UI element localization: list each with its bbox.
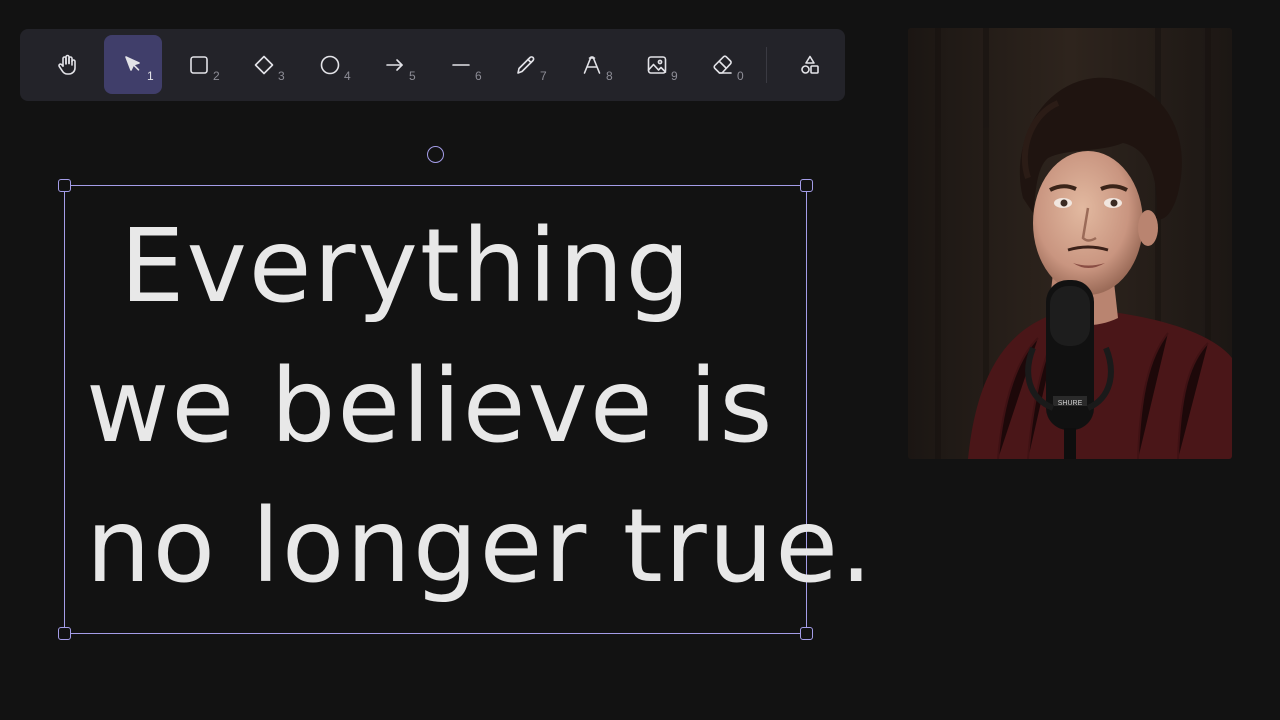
- text-shortcut-key: 8: [606, 69, 613, 83]
- eraser-icon: [713, 55, 732, 74]
- presenter-video: SHURE: [908, 28, 1232, 459]
- rectangle-icon: [190, 56, 208, 74]
- image-icon: [647, 56, 667, 74]
- eraser-shortcut-key: 0: [737, 69, 744, 83]
- toolbar-divider: [766, 47, 767, 83]
- webcam-overlay: SHURE: [908, 28, 1232, 459]
- rotate-handle[interactable]: [427, 146, 444, 163]
- rectangle-tool-button[interactable]: 2: [170, 35, 228, 94]
- arrow-tool-button[interactable]: 5: [366, 35, 424, 94]
- selection-tool-button[interactable]: 1: [104, 35, 162, 94]
- image-tool-button[interactable]: 9: [628, 35, 686, 94]
- resize-handle-bottom-left[interactable]: [58, 627, 71, 640]
- resize-handle-top-left[interactable]: [58, 179, 71, 192]
- line-shortcut-key: 6: [475, 69, 482, 83]
- text-icon: [583, 56, 601, 74]
- arrow-right-icon: [386, 59, 403, 71]
- pencil-icon: [517, 56, 535, 74]
- selection-shortcut-key: 1: [147, 69, 154, 83]
- diamond-icon: [254, 55, 274, 75]
- diamond-tool-button[interactable]: 3: [235, 35, 293, 94]
- shapes-icon: [801, 55, 819, 74]
- line-icon: [452, 64, 470, 66]
- pointer-icon: [125, 56, 140, 71]
- resize-handle-bottom-right[interactable]: [800, 627, 813, 640]
- ellipse-tool-button[interactable]: 4: [301, 35, 359, 94]
- text-line-3: no longer true.: [86, 487, 875, 606]
- whiteboard-canvas[interactable]: 1 2 3 4 5 6 7 8 9 0 Everything we believ…: [0, 0, 1280, 720]
- text-tool-button[interactable]: 8: [563, 35, 621, 94]
- diamond-shortcut-key: 3: [278, 69, 285, 83]
- arrow-shortcut-key: 5: [409, 69, 416, 83]
- image-shortcut-key: 9: [671, 69, 678, 83]
- resize-handle-top-right[interactable]: [800, 179, 813, 192]
- ellipse-shortcut-key: 4: [344, 69, 351, 83]
- ellipse-icon: [320, 55, 340, 75]
- text-line-2: we believe is: [86, 347, 775, 466]
- mic-brand-label: SHURE: [1058, 400, 1083, 407]
- more-tools-button[interactable]: [781, 35, 839, 94]
- rectangle-shortcut-key: 2: [213, 69, 220, 83]
- text-line-1: Everything: [120, 207, 693, 326]
- hand-tool-button[interactable]: [38, 35, 96, 94]
- eraser-tool-button[interactable]: 0: [694, 35, 752, 94]
- toolbar: 1 2 3 4 5 6 7 8 9 0: [20, 29, 845, 101]
- hand-icon: [58, 54, 76, 75]
- line-tool-button[interactable]: 6: [432, 35, 490, 94]
- draw-shortcut-key: 7: [540, 69, 547, 83]
- draw-tool-button[interactable]: 7: [497, 35, 555, 94]
